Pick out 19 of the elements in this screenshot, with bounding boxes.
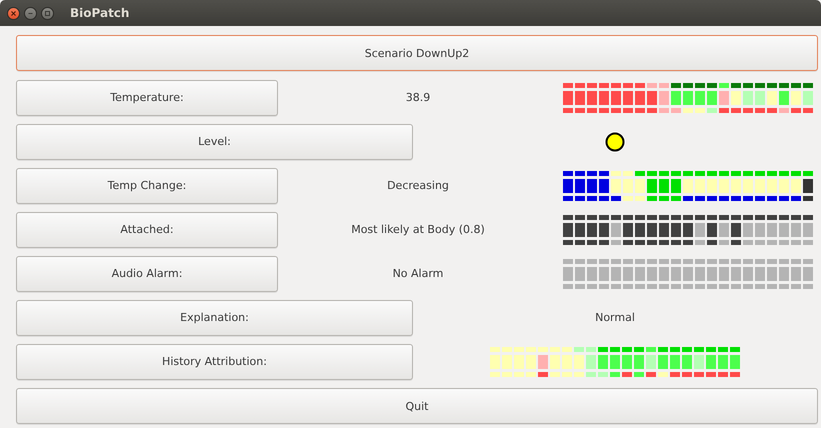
scenario-button[interactable]: Scenario DownUp2 <box>16 35 818 71</box>
field-button[interactable]: History Attribution: <box>16 344 413 380</box>
window-title: BioPatch <box>70 6 130 20</box>
value-text: 38.9 <box>406 91 430 104</box>
field-button[interactable]: Level: <box>16 124 413 160</box>
maximize-icon[interactable] <box>41 6 54 20</box>
minimize-icon[interactable] <box>24 6 37 20</box>
field-button[interactable]: Temperature: <box>16 80 278 116</box>
field-button[interactable]: Audio Alarm: <box>16 256 278 292</box>
field-button[interactable]: Temp Change: <box>16 168 278 204</box>
value-text: Decreasing <box>387 179 449 192</box>
status-dot-icon <box>605 132 625 152</box>
field-button[interactable]: Explanation: <box>16 300 413 336</box>
value-text: No Alarm <box>392 267 444 280</box>
field-button[interactable]: Attached: <box>16 212 278 248</box>
close-icon[interactable] <box>7 6 20 20</box>
value-text: Normal <box>595 311 635 324</box>
value-text: Most likely at Body (0.8) <box>351 223 485 236</box>
quit-button[interactable]: Quit <box>16 388 818 424</box>
